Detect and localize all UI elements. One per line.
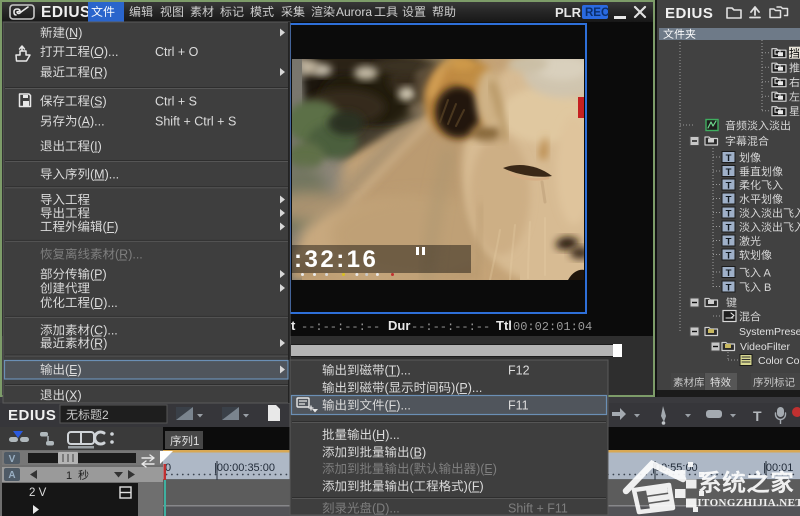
svg-text:|00:00:35:00: |00:00:35:00 <box>214 462 275 474</box>
svg-text:2 V: 2 V <box>29 487 47 499</box>
svg-text:(O)...: (O)... <box>90 45 118 59</box>
svg-text:(R): (R) <box>90 66 107 80</box>
svg-text:(A)...: (A)... <box>78 115 105 129</box>
svg-text:T: T <box>726 153 732 164</box>
svg-text:SystemPresets: SystemPresets <box>739 326 800 338</box>
svg-text:REC: REC <box>585 7 609 19</box>
svg-text:EDIUS: EDIUS <box>8 407 56 424</box>
svg-text:(B): (B) <box>410 446 427 460</box>
svg-text:B: B <box>761 282 771 294</box>
svg-text:Color Co: Color Co <box>758 355 800 367</box>
svg-text:1: 1 <box>193 436 199 448</box>
svg-text:T: T <box>726 194 732 205</box>
svg-text:(D)...: (D)... <box>372 502 400 516</box>
svg-text:T: T <box>726 167 732 178</box>
svg-text:(M)...: (M)... <box>90 168 119 182</box>
svg-text:A: A <box>761 268 771 280</box>
svg-text:Ctrl + O: Ctrl + O <box>155 45 199 59</box>
svg-text:T: T <box>726 268 732 279</box>
svg-text:(X): (X) <box>65 389 82 403</box>
svg-text:(E): (E) <box>65 363 82 377</box>
svg-text:|00:01: |00:01 <box>763 462 793 474</box>
svg-text:T: T <box>726 250 732 261</box>
svg-text:Shift + Ctrl + S: Shift + Ctrl + S <box>155 115 236 129</box>
svg-text:t: t <box>291 318 296 333</box>
svg-text:(N): (N) <box>65 26 82 40</box>
svg-text:T: T <box>726 208 732 219</box>
svg-text:T: T <box>726 282 732 293</box>
svg-text:)(F): )(F) <box>464 480 484 494</box>
svg-text:EDIUS: EDIUS <box>41 4 91 21</box>
svg-text:)(E): )(E) <box>476 462 497 476</box>
svg-text:2: 2 <box>102 408 109 422</box>
svg-text:A: A <box>8 470 15 481</box>
svg-text:PLR: PLR <box>555 5 582 20</box>
svg-text:(S): (S) <box>90 95 107 109</box>
svg-text:(R): (R) <box>90 337 107 351</box>
svg-text:Ctrl + S: Ctrl + S <box>155 95 197 109</box>
svg-text:--:--:--:--: --:--:--:-- <box>411 320 490 334</box>
svg-text:(R)...: (R)... <box>115 248 143 262</box>
svg-text:00:02:01:04: 00:02:01:04 <box>513 320 592 334</box>
svg-text:(H)...: (H)... <box>372 428 400 442</box>
svg-text:T: T <box>726 236 732 247</box>
svg-text:F11: F11 <box>508 399 529 413</box>
svg-text:(F): (F) <box>103 220 119 234</box>
svg-text:EDIUS: EDIUS <box>665 5 713 22</box>
svg-text:(C)...: (C)... <box>90 324 118 338</box>
svg-text:T: T <box>753 408 762 424</box>
svg-text:Aurora: Aurora <box>336 5 372 19</box>
svg-text::32:16: :32:16 <box>294 246 378 273</box>
svg-text:T: T <box>726 222 732 233</box>
svg-text:(I): (I) <box>90 140 102 154</box>
svg-text:XITONGZHIJIA.NET: XITONGZHIJIA.NET <box>689 497 800 509</box>
svg-text:(D)...: (D)... <box>90 296 118 310</box>
svg-text:Ttl: Ttl <box>496 318 512 333</box>
svg-text:--:--:--:--: --:--:--:-- <box>301 320 380 334</box>
svg-text:1: 1 <box>66 470 72 482</box>
svg-text:(P): (P) <box>90 268 107 282</box>
svg-text:T: T <box>726 180 732 191</box>
svg-text:(T)...: (T)... <box>385 364 411 378</box>
svg-text:Dur: Dur <box>388 318 410 333</box>
svg-text:VideoFilter: VideoFilter <box>740 341 791 353</box>
svg-text:)(P)...: )(P)... <box>451 381 482 395</box>
svg-text:F12: F12 <box>508 364 530 378</box>
svg-text:(F)...: (F)... <box>385 399 411 413</box>
svg-text:Shift + F11: Shift + F11 <box>508 502 568 516</box>
svg-text:V: V <box>9 454 16 465</box>
